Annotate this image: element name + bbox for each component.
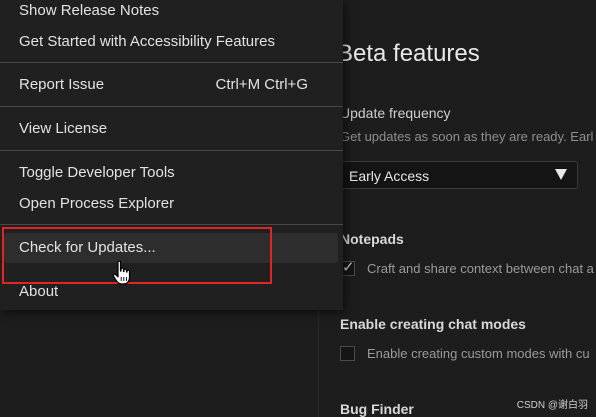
menu-item-label: View License [19,120,108,137]
section-title: Beta features [337,40,480,67]
bug-finder-label: Bug Finder [340,401,414,417]
watermark: CSDN @谢白羽 [516,400,588,411]
caret-down-icon [555,169,567,180]
menu-separator [0,62,343,63]
menu-item-label: Toggle Developer Tools [19,164,175,181]
update-frequency-label: Update frequency [340,105,451,121]
checkmark-icon: ✓ [342,259,355,276]
menu-item-label: About [19,283,59,300]
menu-separator [0,224,343,225]
menu-item-shortcut: Ctrl+M Ctrl+G [215,76,308,93]
menu-item-label: Report Issue [19,76,105,93]
chat-modes-checkbox[interactable] [340,346,355,361]
menu-item-about[interactable]: About [0,277,343,307]
menu-item-label: Check for Updates... [19,239,156,256]
update-frequency-value: Early Access [349,168,430,184]
hand-pointer-icon [112,260,131,285]
menu-item-label: Get Started with Accessibility Features [19,33,275,50]
help-menu: Show Release Notes Get Started with Acce… [0,0,343,310]
menu-item-show-release-notes[interactable]: Show Release Notes [0,0,343,26]
menu-item-toggle-dev-tools[interactable]: Toggle Developer Tools [0,158,343,188]
notepads-checkbox-text: Craft and share context between chat a [367,261,594,276]
update-frequency-description: Get updates as soon as they are ready. E… [340,129,594,144]
menu-item-report-issue[interactable]: Report Issue Ctrl+M Ctrl+G [0,70,343,100]
menu-item-process-explorer[interactable]: Open Process Explorer [0,189,343,219]
menu-separator [0,150,343,151]
chat-modes-checkbox-text: Enable creating custom modes with cu [367,346,590,361]
chat-modes-label: Enable creating chat modes [340,316,526,332]
notepads-label: Notepads [340,231,404,247]
menu-item-accessibility[interactable]: Get Started with Accessibility Features [0,27,343,57]
menu-item-view-license[interactable]: View License [0,114,343,144]
menu-separator [0,106,343,107]
menu-item-label: Show Release Notes [19,2,160,19]
menu-item-label: Open Process Explorer [19,195,175,212]
update-frequency-select[interactable]: Early Access [340,161,578,189]
menu-item-check-for-updates[interactable]: Check for Updates... [4,233,338,263]
